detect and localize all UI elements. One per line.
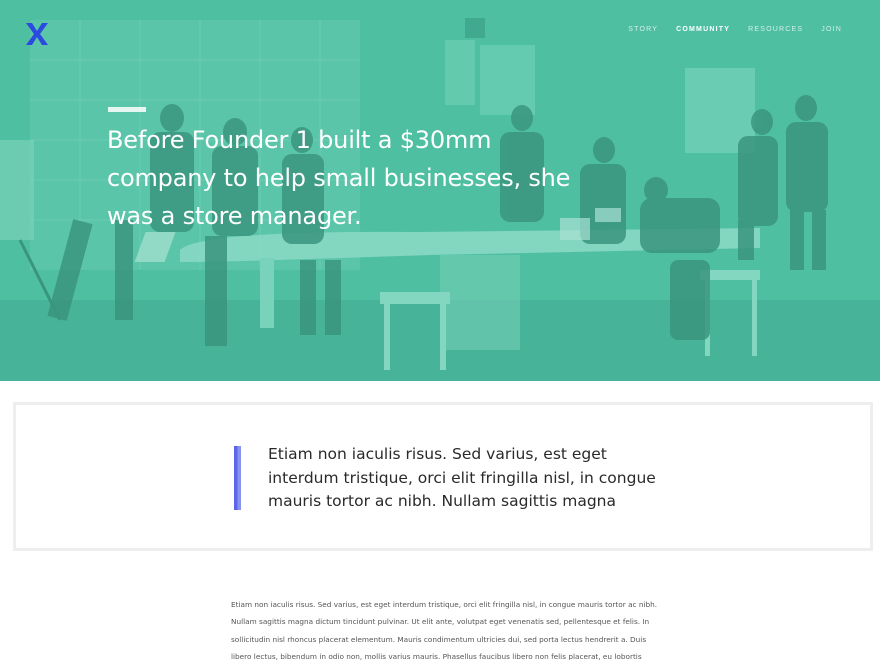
hero-section: STORY COMMUNITY RESOURCES JOIN Before Fo… [0,0,880,381]
quote-text: Etiam non iaculis risus. Sed varius, est… [268,445,656,510]
pull-quote: Etiam non iaculis risus. Sed varius, est… [13,402,873,551]
logo-icon[interactable] [25,22,49,46]
hero-headline: Before Founder 1 built a $30mm company t… [107,126,571,230]
body-paragraph: Etiam non iaculis risus. Sed varius, est… [231,600,658,660]
top-nav: STORY COMMUNITY RESOURCES JOIN [610,26,842,33]
nav-item-community[interactable]: COMMUNITY [676,26,730,33]
quote-accent-bar [234,446,241,510]
nav-item-resources[interactable]: RESOURCES [748,26,803,33]
nav-item-join[interactable]: JOIN [821,26,842,33]
nav-item-story[interactable]: STORY [628,26,658,33]
hero-accent-rule [108,107,146,112]
